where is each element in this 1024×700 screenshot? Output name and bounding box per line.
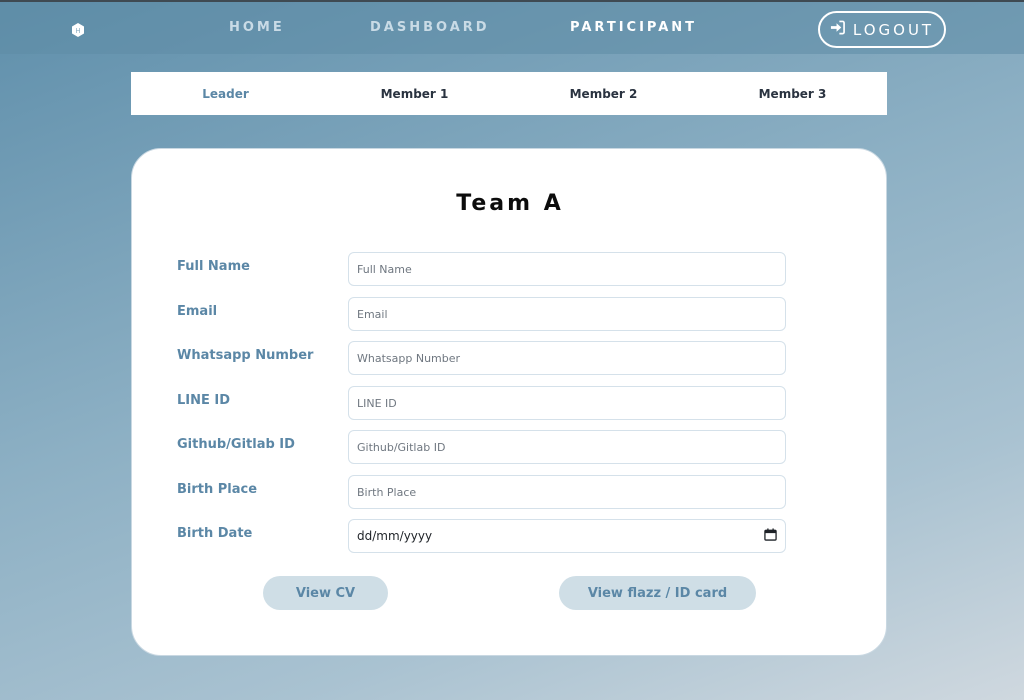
calendar-icon[interactable] [764,528,777,544]
team-form-card: Team A Full Name Email Whatsapp Number L… [131,148,887,656]
view-cv-button[interactable]: View CV [263,576,388,610]
tab-member-2[interactable]: Member 2 [509,72,698,115]
whatsapp-row: Whatsapp Number [132,341,888,375]
sign-in-arrow-icon [830,20,845,39]
view-flazz-id-card-button[interactable]: View flazz / ID card [559,576,756,610]
navbar: H HOME DASHBOARD PARTICIPANT LOGOUT [0,2,1024,54]
full-name-input[interactable] [348,252,786,286]
svg-text:H: H [75,27,80,35]
birth-place-row: Birth Place [132,475,888,509]
logout-label: LOGOUT [852,20,935,39]
nav-dashboard-link[interactable]: DASHBOARD [370,20,490,35]
birth-place-input[interactable] [348,475,786,509]
team-title: Team A [456,191,564,216]
member-tabs: Leader Member 1 Member 2 Member 3 [131,72,887,115]
github-row: Github/Gitlab ID [132,430,888,464]
nav-participant-link[interactable]: PARTICIPANT [570,20,697,35]
birth-place-label: Birth Place [177,482,258,497]
whatsapp-label: Whatsapp Number [177,348,314,363]
birth-date-input[interactable]: dd/mm/yyyy [348,519,786,553]
email-row: Email [132,297,888,331]
email-label: Email [177,304,218,319]
tab-leader[interactable]: Leader [131,72,320,115]
full-name-row: Full Name [132,252,888,286]
github-input[interactable] [348,430,786,464]
line-id-label: LINE ID [177,393,231,408]
email-input[interactable] [348,297,786,331]
birth-date-label: Birth Date [177,526,253,541]
tab-member-3[interactable]: Member 3 [698,72,887,115]
line-id-input[interactable] [348,386,786,420]
birth-date-placeholder: dd/mm/yyyy [357,529,433,543]
birth-date-row: Birth Date dd/mm/yyyy [132,519,888,553]
whatsapp-input[interactable] [348,341,786,375]
tab-member-1[interactable]: Member 1 [320,72,509,115]
line-id-row: LINE ID [132,386,888,420]
full-name-label: Full Name [177,259,250,274]
nav-home-link[interactable]: HOME [229,20,285,35]
hexagon-logo-icon[interactable]: H [71,22,85,37]
logout-button[interactable]: LOGOUT [818,11,946,48]
github-label: Github/Gitlab ID [177,437,295,452]
